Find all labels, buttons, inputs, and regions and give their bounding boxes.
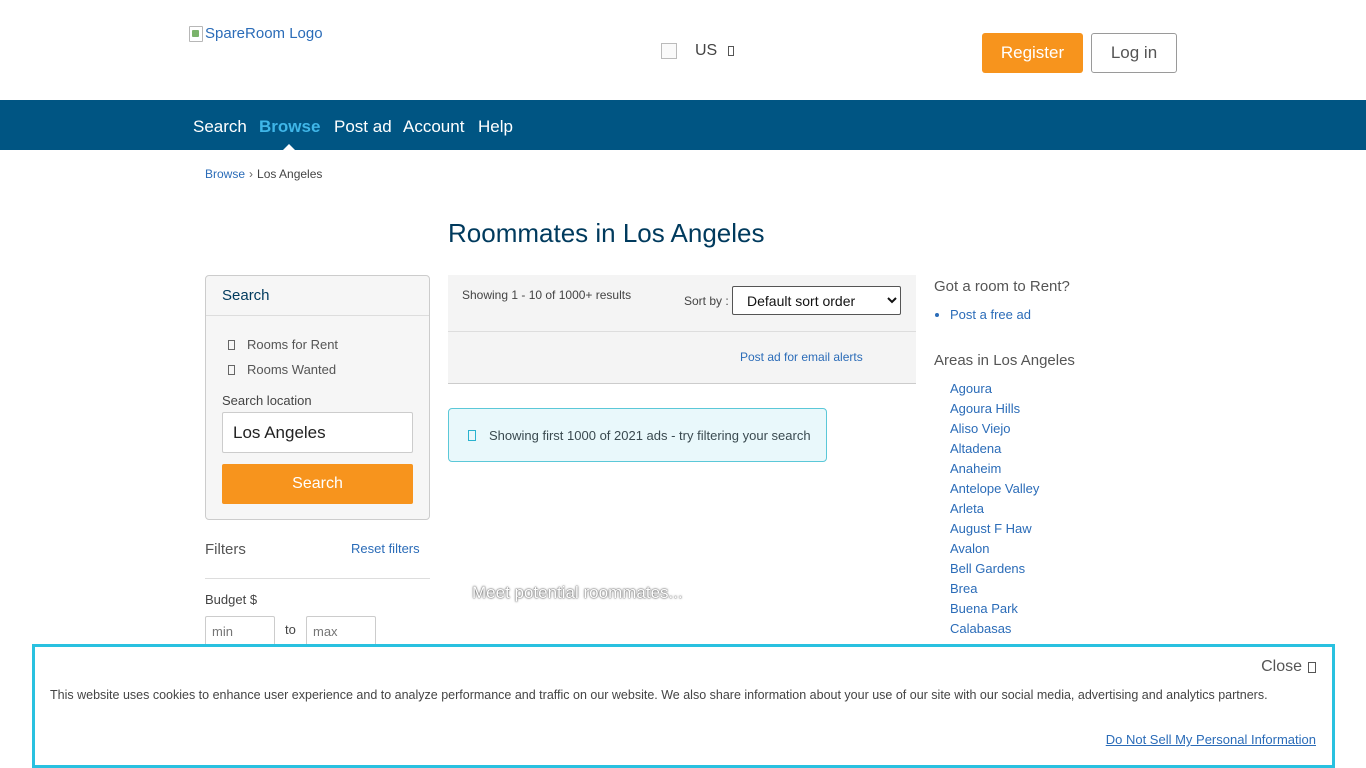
- radio-icon[interactable]: [228, 339, 235, 350]
- reset-filters-link[interactable]: Reset filters: [351, 541, 420, 556]
- site-header: SpareRoom Logo US Register Log in: [0, 0, 1366, 100]
- area-link[interactable]: Calabasas: [950, 621, 1011, 636]
- cookie-message: This website uses cookies to enhance use…: [50, 688, 1268, 702]
- list-item: Buena Park: [950, 600, 1039, 620]
- area-link[interactable]: Altadena: [950, 441, 1001, 456]
- close-icon: [1308, 661, 1316, 673]
- results-divider: [448, 331, 916, 332]
- results-count: Showing 1 - 10 of 1000+ results: [462, 288, 632, 302]
- nav-item-browse[interactable]: Browse: [259, 117, 320, 137]
- page-title: Roommates in Los Angeles: [448, 218, 765, 248]
- nav-item-post-ad[interactable]: Post ad: [334, 117, 392, 137]
- list-item: Antelope Valley: [950, 480, 1039, 500]
- list-item: Bell Gardens: [950, 560, 1039, 580]
- results-info-alert: Showing first 1000 of 2021 ads - try fil…: [448, 408, 827, 462]
- area-link[interactable]: Aliso Viejo: [950, 421, 1010, 436]
- logo-alt-text: SpareRoom Logo: [205, 25, 323, 42]
- list-item: Anaheim: [950, 460, 1039, 480]
- login-button[interactable]: Log in: [1091, 33, 1177, 73]
- do-not-sell-link[interactable]: Do Not Sell My Personal Information: [1106, 732, 1316, 747]
- search-button[interactable]: Search: [222, 464, 413, 504]
- search-location-label: Search location: [222, 393, 312, 408]
- search-location-input[interactable]: [222, 412, 413, 453]
- rooms-wanted-option[interactable]: Rooms Wanted: [228, 362, 336, 377]
- area-link[interactable]: Avalon: [950, 541, 990, 556]
- info-icon: [468, 429, 476, 441]
- area-link[interactable]: Buena Park: [950, 601, 1018, 616]
- search-panel: Search Rooms for Rent Rooms Wanted Searc…: [205, 275, 430, 520]
- search-panel-title: Search: [206, 276, 429, 316]
- budget-label: Budget $: [205, 592, 258, 607]
- rooms-for-rent-label: Rooms for Rent: [247, 337, 339, 352]
- list-item: Avalon: [950, 540, 1039, 560]
- filters-divider: [205, 578, 430, 579]
- cookie-close-button[interactable]: Close: [1261, 658, 1316, 676]
- sort-select[interactable]: Default sort order: [732, 286, 901, 315]
- breadcrumb-separator-icon: ›: [249, 167, 254, 181]
- list-item: Brea: [950, 580, 1039, 600]
- room-to-rent-heading: Got a room to Rent?: [934, 278, 1070, 295]
- area-link[interactable]: Agoura Hills: [950, 401, 1020, 416]
- list-item: Calabasas: [950, 620, 1039, 640]
- bullet-icon: [935, 313, 939, 317]
- locale-label: US: [695, 42, 718, 59]
- active-nav-pointer: [283, 144, 295, 150]
- results-toolbar: Showing 1 - 10 of 1000+ results Sort by …: [448, 275, 916, 384]
- budget-min-input[interactable]: [205, 616, 275, 646]
- rooms-wanted-label: Rooms Wanted: [247, 362, 337, 377]
- cookie-close-label: Close: [1261, 658, 1302, 675]
- nav-item-help[interactable]: Help: [478, 117, 513, 137]
- area-link[interactable]: Brea: [950, 581, 977, 596]
- post-free-ad-link[interactable]: Post a free ad: [950, 307, 1031, 322]
- radio-icon[interactable]: [228, 364, 235, 375]
- breadcrumb-current: Los Angeles: [257, 167, 323, 181]
- locale-selector[interactable]: US: [661, 42, 735, 60]
- budget-max-input[interactable]: [306, 616, 376, 646]
- cookie-banner: Close This website uses cookies to enhan…: [32, 644, 1335, 768]
- area-link[interactable]: Anaheim: [950, 461, 1001, 476]
- chevron-down-icon: [728, 46, 735, 56]
- nav-item-account[interactable]: Account: [403, 117, 464, 137]
- main-nav: Search Browse Post ad Account Help: [0, 100, 1366, 150]
- list-item: Agoura Hills: [950, 400, 1039, 420]
- results-info-message: Showing first 1000 of 2021 ads - try fil…: [489, 427, 811, 443]
- rooms-for-rent-option[interactable]: Rooms for Rent: [228, 337, 338, 352]
- area-link[interactable]: Bell Gardens: [950, 561, 1025, 576]
- breadcrumb: Browse › Los Angeles: [205, 167, 322, 181]
- filters-title: Filters: [205, 541, 246, 558]
- spareroom-logo[interactable]: SpareRoom Logo: [189, 25, 323, 42]
- sort-label: Sort by :: [684, 294, 729, 308]
- breadcrumb-browse-link[interactable]: Browse: [205, 167, 245, 181]
- area-link[interactable]: August F Haw: [950, 521, 1032, 536]
- flag-icon: [661, 43, 677, 59]
- area-link[interactable]: Arleta: [950, 501, 984, 516]
- areas-heading: Areas in Los Angeles: [934, 352, 1075, 369]
- loading-message: Meet potential roommates...: [472, 583, 683, 602]
- list-item: Agoura: [950, 380, 1039, 400]
- broken-image-icon: [189, 25, 203, 42]
- budget-to-label: to: [285, 622, 296, 637]
- list-item: Aliso Viejo: [950, 420, 1039, 440]
- email-alerts-link[interactable]: Post ad for email alerts: [740, 350, 863, 364]
- nav-item-search[interactable]: Search: [193, 117, 247, 137]
- areas-list: Agoura Agoura Hills Aliso Viejo Altadena…: [950, 380, 1039, 640]
- area-link[interactable]: Antelope Valley: [950, 481, 1039, 496]
- register-button[interactable]: Register: [982, 33, 1083, 73]
- list-item: August F Haw: [950, 520, 1039, 540]
- list-item: Altadena: [950, 440, 1039, 460]
- list-item: Arleta: [950, 500, 1039, 520]
- area-link[interactable]: Agoura: [950, 381, 992, 396]
